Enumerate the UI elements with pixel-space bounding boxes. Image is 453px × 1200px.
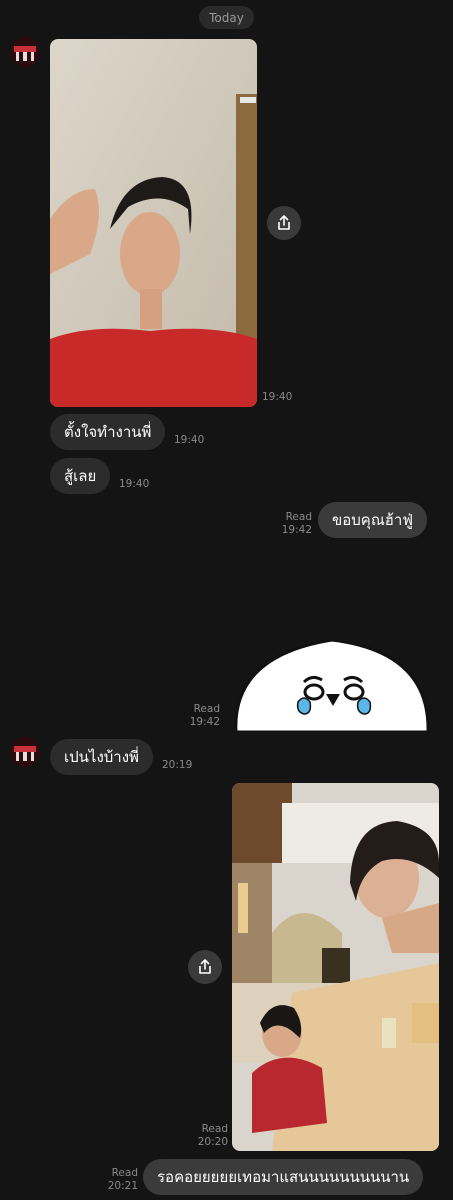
message-time: 19:40 bbox=[119, 478, 150, 490]
message-text: สู้เลย bbox=[64, 467, 97, 485]
message-text: รอคอยยยยยเทอมาแสนนนนนนนนนาน bbox=[157, 1168, 410, 1186]
message-time: 19:40 bbox=[174, 434, 205, 446]
read-receipt: Read bbox=[285, 511, 312, 523]
message-time: 20:19 bbox=[162, 759, 193, 771]
message-time: 19:40 bbox=[262, 391, 293, 403]
crying-face-sticker-icon bbox=[234, 638, 430, 732]
message-meta: Read 19:42 bbox=[180, 703, 220, 729]
share-icon bbox=[278, 215, 290, 230]
message-text: ขอบคุณฮ้าฟู่ bbox=[332, 511, 413, 529]
message-meta: Read 20:21 bbox=[100, 1167, 138, 1193]
share-button[interactable] bbox=[188, 950, 222, 984]
read-receipt: Read bbox=[193, 703, 220, 715]
message-text: ตั้งใจทำงานพี่ bbox=[64, 423, 152, 441]
photo-message[interactable] bbox=[50, 39, 257, 407]
sticker-message[interactable] bbox=[232, 636, 432, 732]
outgoing-message-bubble[interactable]: รอคอยยยยยเทอมาแสนนนนนนนนนาน bbox=[143, 1159, 424, 1195]
date-divider: Today bbox=[199, 6, 254, 29]
message-time: 19:42 bbox=[281, 524, 312, 536]
message-meta: Read 19:42 bbox=[272, 511, 312, 537]
avatar[interactable] bbox=[10, 737, 40, 767]
incoming-message-bubble[interactable]: เปนไงบ้างพี่ bbox=[50, 739, 153, 775]
incoming-message-bubble[interactable]: สู้เลย bbox=[50, 458, 111, 494]
share-icon bbox=[199, 959, 211, 974]
message-time: 20:20 bbox=[197, 1136, 228, 1148]
message-meta: Read 20:20 bbox=[190, 1123, 228, 1149]
avatar[interactable] bbox=[10, 37, 40, 67]
read-receipt: Read bbox=[111, 1167, 138, 1179]
avatar-image bbox=[10, 37, 40, 67]
avatar-image bbox=[10, 737, 40, 767]
share-button[interactable] bbox=[267, 206, 301, 240]
message-text: เปนไงบ้างพี่ bbox=[64, 748, 139, 766]
cafe-selfie-photo bbox=[232, 783, 439, 1151]
outgoing-message-bubble[interactable]: ขอบคุณฮ้าฟู่ bbox=[318, 502, 427, 538]
incoming-message-bubble[interactable]: ตั้งใจทำงานพี่ bbox=[50, 414, 166, 450]
message-time: 20:21 bbox=[107, 1180, 138, 1192]
selfie-photo bbox=[50, 39, 257, 407]
message-time: 19:42 bbox=[189, 716, 220, 728]
read-receipt: Read bbox=[201, 1123, 228, 1135]
photo-message[interactable] bbox=[232, 783, 439, 1151]
